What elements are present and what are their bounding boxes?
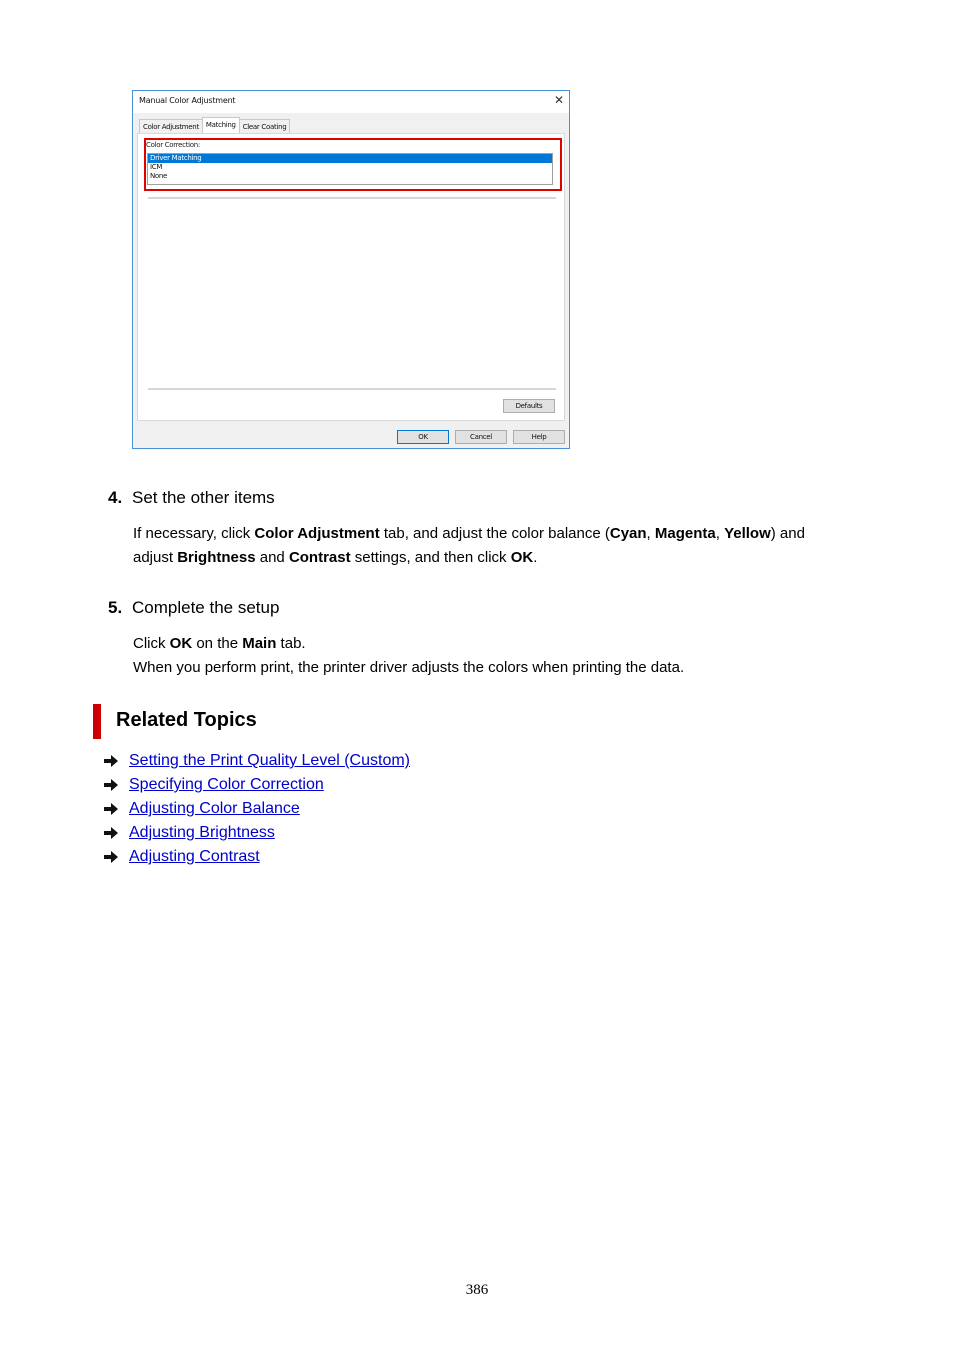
- emphasized-text: OK: [169, 635, 193, 652]
- step-number: 5.: [108, 598, 123, 617]
- text-segment: Click: [133, 635, 170, 652]
- close-icon[interactable]: ✕: [554, 93, 564, 107]
- text-segment: adjust: [133, 549, 178, 566]
- link-contrast[interactable]: Adjusting Contrast: [129, 845, 260, 869]
- step-4-line-1: If necessary, click Color Adjustment tab…: [133, 522, 805, 546]
- text-segment: When you perform print, the printer driv…: [133, 659, 685, 676]
- section-accent-bar: [93, 704, 101, 739]
- step-title: Set the other items: [132, 488, 275, 507]
- step-4-body: If necessary, click Color Adjustment tab…: [133, 522, 805, 570]
- dialog-titlebar: Manual Color Adjustment ✕: [133, 91, 569, 113]
- related-topic-item: Adjusting Contrast: [104, 845, 410, 869]
- text-segment: and: [255, 549, 289, 566]
- text-segment: ) and: [770, 525, 805, 542]
- emphasized-text: Cyan: [609, 525, 647, 542]
- step-number: 4.: [108, 488, 123, 507]
- link-print-quality-custom[interactable]: Setting the Print Quality Level (Custom): [129, 749, 410, 773]
- link-color-balance[interactable]: Adjusting Color Balance: [129, 797, 300, 821]
- cancel-button[interactable]: Cancel: [455, 430, 507, 444]
- step-title: Complete the setup: [132, 598, 280, 617]
- link-color-correction[interactable]: Specifying Color Correction: [129, 773, 324, 797]
- related-topic-item: Specifying Color Correction: [104, 773, 410, 797]
- right-arrow-icon: [104, 779, 118, 791]
- tab-clear-coating[interactable]: Clear Coating: [238, 119, 291, 134]
- matching-panel: Color Correction: Driver Matching ICM No…: [137, 133, 565, 421]
- step-5-line-1: Click OK on the Main tab.: [133, 632, 684, 656]
- emphasized-text: Color Adjustment: [254, 525, 380, 542]
- text-segment: on the: [192, 635, 243, 652]
- text-segment: If necessary, click: [133, 525, 255, 542]
- step-4-line-2: adjust Brightness and Contrast settings,…: [133, 546, 805, 570]
- right-arrow-icon: [104, 755, 118, 767]
- related-topic-item: Adjusting Color Balance: [104, 797, 410, 821]
- emphasized-text: Main: [242, 635, 277, 652]
- tab-color-adjustment[interactable]: Color Adjustment: [139, 119, 203, 134]
- text-segment: tab.: [276, 635, 306, 652]
- color-correction-listbox[interactable]: Driver Matching ICM None: [147, 153, 553, 185]
- text-segment: tab, and adjust the color balance (: [379, 525, 610, 542]
- color-correction-label: Color Correction:: [146, 141, 200, 149]
- link-brightness[interactable]: Adjusting Brightness: [129, 821, 275, 845]
- related-topics-list: Setting the Print Quality Level (Custom)…: [104, 749, 410, 869]
- emphasized-text: Contrast: [288, 549, 351, 566]
- option-none[interactable]: None: [148, 172, 552, 181]
- right-arrow-icon: [104, 851, 118, 863]
- defaults-button[interactable]: Defaults: [503, 399, 555, 413]
- emphasized-text: Magenta: [654, 525, 716, 542]
- text-segment: ,: [646, 525, 655, 542]
- emphasized-text: Brightness: [177, 549, 256, 566]
- right-arrow-icon: [104, 827, 118, 839]
- right-arrow-icon: [104, 803, 118, 815]
- text-segment: ,: [715, 525, 725, 542]
- related-topic-item: Setting the Print Quality Level (Custom): [104, 749, 410, 773]
- page-number: 386: [465, 1282, 489, 1298]
- divider: [148, 197, 556, 199]
- emphasized-text: OK: [510, 549, 534, 566]
- divider: [148, 388, 556, 390]
- option-icm[interactable]: ICM: [148, 163, 552, 172]
- step-5-heading: 5. Complete the setup: [108, 598, 279, 618]
- step-4-heading: 4. Set the other items: [108, 488, 275, 508]
- step-5-line-2: When you perform print, the printer driv…: [133, 656, 684, 680]
- ok-button[interactable]: OK: [397, 430, 449, 444]
- related-topics-heading: Related Topics: [116, 709, 257, 731]
- step-5-body: Click OK on the Main tab. When you perfo…: [133, 632, 684, 680]
- emphasized-text: Yellow: [724, 525, 771, 542]
- manual-color-adjustment-dialog: Manual Color Adjustment ✕ Color Adjustme…: [132, 90, 570, 449]
- help-button[interactable]: Help: [513, 430, 565, 444]
- text-segment: .: [533, 549, 538, 566]
- option-driver-matching[interactable]: Driver Matching: [148, 154, 552, 163]
- dialog-tabs: Color Adjustment Matching Clear Coating: [139, 117, 291, 135]
- dialog-title: Manual Color Adjustment: [139, 96, 236, 105]
- text-segment: settings, and then click: [350, 549, 511, 566]
- related-topic-item: Adjusting Brightness: [104, 821, 410, 845]
